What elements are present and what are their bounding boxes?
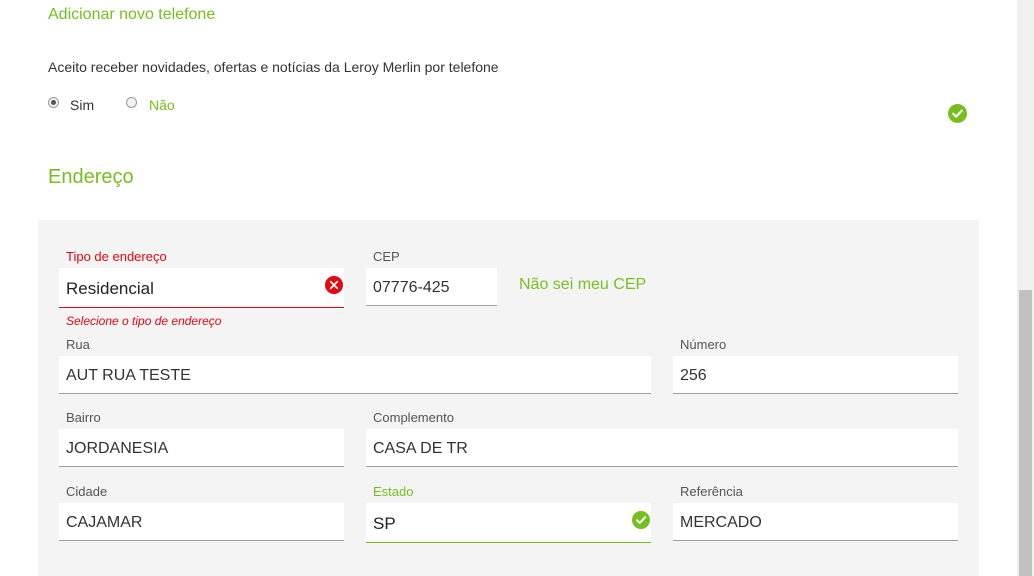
- scrollbar-thumb[interactable]: [1019, 290, 1032, 576]
- radio-yes-label[interactable]: Sim: [70, 97, 94, 113]
- state-label: Estado: [373, 484, 414, 499]
- address-type-error: Selecione o tipo de endereço: [66, 314, 222, 328]
- street-label: Rua: [66, 337, 90, 352]
- street-value: AUT RUA TESTE: [66, 367, 191, 384]
- cep-label: CEP: [373, 249, 400, 264]
- radio-yes[interactable]: [48, 97, 59, 108]
- cep-value: 07776-425: [373, 279, 450, 296]
- address-type-select[interactable]: Residencial: [59, 268, 344, 308]
- cep-input[interactable]: 07776-425: [366, 268, 497, 306]
- vertical-scrollbar[interactable]: [1017, 0, 1034, 576]
- state-value: SP: [373, 514, 396, 533]
- cep-help-link[interactable]: Não sei meu CEP: [519, 276, 646, 294]
- check-circle-icon: [632, 511, 650, 529]
- phone-consent-valid-check-icon: [948, 104, 967, 123]
- reference-label: Referência: [680, 484, 743, 499]
- x-circle-icon[interactable]: [325, 276, 343, 294]
- add-phone-link[interactable]: Adicionar novo telefone: [48, 6, 215, 24]
- radio-no-label[interactable]: Não: [149, 97, 175, 113]
- neighborhood-input[interactable]: JORDANESIA: [59, 429, 344, 467]
- number-input[interactable]: 256: [673, 356, 958, 394]
- street-input[interactable]: AUT RUA TESTE: [59, 356, 651, 394]
- complement-label: Complemento: [373, 410, 454, 425]
- neighborhood-value: JORDANESIA: [66, 440, 169, 457]
- number-label: Número: [680, 337, 727, 352]
- complement-input[interactable]: CASA DE TR: [366, 429, 958, 467]
- number-value: 256: [680, 367, 707, 384]
- radio-no[interactable]: [126, 97, 137, 108]
- city-label: Cidade: [66, 484, 108, 499]
- complement-value: CASA DE TR: [373, 440, 468, 457]
- phone-consent-text: Aceito receber novidades, ofertas e notí…: [48, 59, 499, 75]
- reference-value: MERCADO: [680, 514, 762, 531]
- address-type-label: Tipo de endereço: [66, 249, 167, 264]
- city-value: CAJAMAR: [66, 514, 143, 531]
- address-section-title: Endereço: [48, 166, 134, 188]
- city-input[interactable]: CAJAMAR: [59, 503, 344, 541]
- neighborhood-label: Bairro: [66, 410, 101, 425]
- reference-input[interactable]: MERCADO: [673, 503, 958, 541]
- address-type-value: Residencial: [66, 279, 154, 298]
- state-select[interactable]: SP: [366, 503, 651, 543]
